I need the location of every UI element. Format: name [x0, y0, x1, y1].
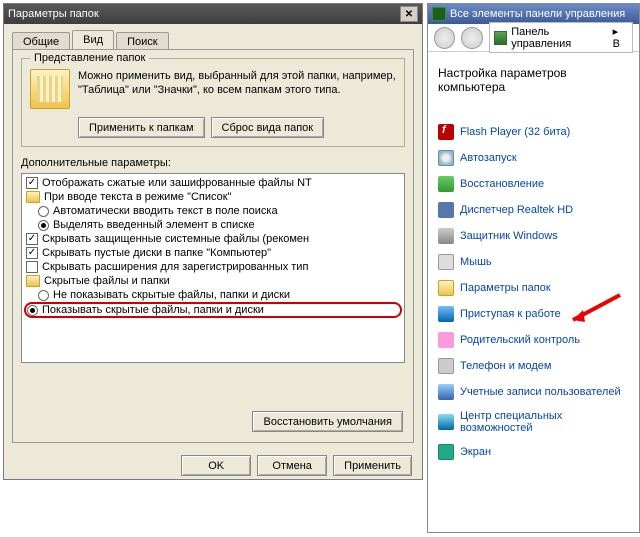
cp-titlebar[interactable]: Все элементы панели управления — [428, 4, 639, 24]
checkbox-icon[interactable]: ✓ — [26, 233, 38, 245]
shield-icon — [438, 228, 454, 244]
tree-item-hide-extensions[interactable]: Скрывать расширения для зарегистрированн… — [24, 260, 402, 274]
audio-icon — [438, 202, 454, 218]
cancel-button[interactable]: Отмена — [257, 455, 327, 476]
mouse-icon — [438, 254, 454, 270]
cp-toolbar: Панель управления ▸ В — [428, 24, 639, 52]
cp-item-phone[interactable]: Телефон и модем — [438, 358, 629, 374]
cp-heading: Настройка параметров компьютера — [438, 66, 629, 94]
start-icon — [438, 306, 454, 322]
radio-icon[interactable] — [38, 290, 49, 301]
breadcrumb[interactable]: Панель управления ▸ В — [489, 22, 633, 53]
checkbox-icon[interactable]: ✓ — [26, 177, 38, 189]
cp-item-parental[interactable]: Родительский контроль — [438, 332, 629, 348]
control-panel-icon — [494, 31, 508, 45]
dialog-button-row: OK Отмена Применить — [4, 451, 422, 486]
view-tab-pane: Представление папок Можно применить вид,… — [12, 49, 414, 443]
tree-item-dont-show-hidden[interactable]: Не показывать скрытые файлы, папки и дис… — [24, 288, 402, 302]
display-icon — [438, 444, 454, 460]
disc-icon — [438, 150, 454, 166]
close-icon[interactable]: ✕ — [400, 6, 418, 22]
phone-icon — [438, 358, 454, 374]
checkbox-icon[interactable] — [26, 261, 38, 273]
nav-forward-button[interactable] — [461, 27, 482, 49]
folder-icon — [26, 275, 40, 287]
checkbox-icon[interactable]: ✓ — [26, 247, 38, 259]
cp-item-users[interactable]: Учетные записи пользователей — [438, 384, 629, 400]
cp-item-folder-options[interactable]: Параметры папок — [438, 280, 629, 296]
flash-icon — [438, 124, 454, 140]
tree-item-auto-search[interactable]: Автоматически вводить текст в поле поиск… — [24, 204, 402, 218]
tree-item-show-hidden[interactable]: Показывать скрытые файлы, папки и диски — [24, 302, 402, 318]
dialog-title: Параметры папок — [8, 8, 400, 20]
restore-icon — [438, 176, 454, 192]
cp-item-getting-started[interactable]: Приступая к работе — [438, 306, 629, 322]
cp-item-accessibility[interactable]: Центр специальных возможностей — [438, 410, 629, 434]
tab-strip: Общие Вид Поиск — [4, 24, 422, 49]
radio-icon[interactable] — [38, 206, 49, 217]
cp-body: Настройка параметров компьютера Flash Pl… — [428, 52, 639, 474]
advanced-settings-tree[interactable]: ✓Отображать сжатые или зашифрованные фай… — [21, 173, 405, 363]
tab-view[interactable]: Вид — [72, 30, 114, 49]
radio-icon[interactable] — [38, 220, 49, 231]
tree-group-hidden: Скрытые файлы и папки — [24, 274, 402, 288]
folder-options-dialog: Параметры папок ✕ Общие Вид Поиск Предст… — [3, 3, 423, 480]
family-icon — [438, 332, 454, 348]
cp-item-display[interactable]: Экран — [438, 444, 629, 460]
accessibility-icon — [438, 414, 454, 430]
restore-defaults-button[interactable]: Восстановить умолчания — [252, 411, 403, 432]
cp-item-flash[interactable]: Flash Player (32 бита) — [438, 124, 629, 140]
tree-item-hide-protected[interactable]: ✓Скрывать защищенные системные файлы (ре… — [24, 232, 402, 246]
nav-back-button[interactable] — [434, 27, 455, 49]
tree-group-typing: При вводе текста в режиме "Список" — [24, 190, 402, 204]
cp-item-restore[interactable]: Восстановление — [438, 176, 629, 192]
cp-item-autorun[interactable]: Автозапуск — [438, 150, 629, 166]
tab-general[interactable]: Общие — [12, 32, 70, 49]
tree-item-compressed[interactable]: ✓Отображать сжатые или зашифрованные фай… — [24, 176, 402, 190]
cp-items-list: Flash Player (32 бита) Автозапуск Восста… — [438, 124, 629, 460]
tree-item-hide-empty-drives[interactable]: ✓Скрывать пустые диски в папке "Компьюте… — [24, 246, 402, 260]
group-description: Можно применить вид, выбранный для этой … — [78, 69, 396, 98]
tab-search[interactable]: Поиск — [116, 32, 168, 49]
apply-button[interactable]: Применить — [333, 455, 412, 476]
folder-icon — [438, 280, 454, 296]
folder-icon — [30, 69, 70, 109]
control-panel-icon — [432, 7, 446, 21]
users-icon — [438, 384, 454, 400]
cp-title-text: Все элементы панели управления — [450, 8, 625, 20]
control-panel-window: Все элементы панели управления Панель уп… — [427, 3, 640, 533]
group-legend: Представление папок — [30, 52, 149, 64]
cp-item-realtek[interactable]: Диспетчер Realtek HD — [438, 202, 629, 218]
ok-button[interactable]: OK — [181, 455, 251, 476]
folder-icon — [26, 191, 40, 203]
cp-item-mouse[interactable]: Мышь — [438, 254, 629, 270]
folder-views-group: Представление папок Можно применить вид,… — [21, 58, 405, 147]
apply-to-folders-button[interactable]: Применить к папкам — [78, 117, 205, 138]
cp-item-defender[interactable]: Защитник Windows — [438, 228, 629, 244]
tree-item-select-typed[interactable]: Выделять введенный элемент в списке — [24, 218, 402, 232]
dialog-titlebar[interactable]: Параметры папок ✕ — [4, 4, 422, 24]
radio-icon[interactable] — [27, 305, 38, 316]
reset-folders-button[interactable]: Сброс вида папок — [211, 117, 325, 138]
advanced-settings-label: Дополнительные параметры: — [21, 157, 405, 169]
